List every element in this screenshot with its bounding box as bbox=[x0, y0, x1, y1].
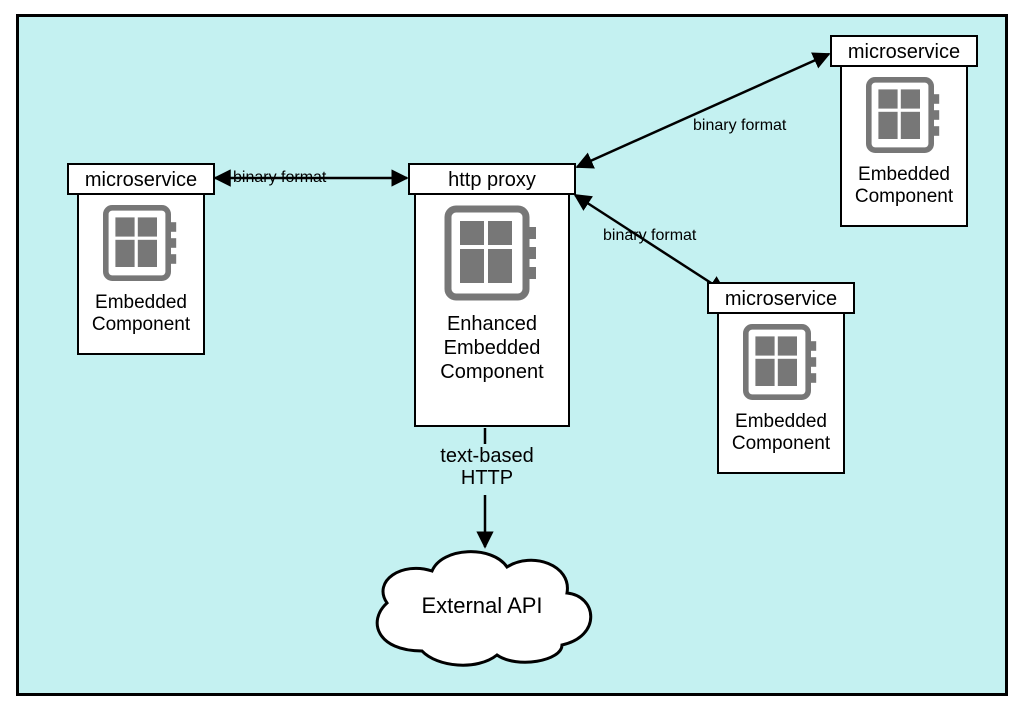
cloud-label: External API bbox=[421, 593, 542, 619]
node-microservice-left: microservice Embedded Component bbox=[67, 163, 215, 355]
node-title: microservice bbox=[707, 282, 855, 314]
node-body: Embedded Component bbox=[717, 314, 845, 474]
component-icon bbox=[442, 203, 542, 303]
edge-label-left-center: binary format bbox=[233, 169, 326, 187]
node-title: microservice bbox=[67, 163, 215, 195]
node-title: microservice bbox=[830, 35, 978, 67]
edge-label-center-right: binary format bbox=[603, 227, 696, 245]
node-body: Embedded Component bbox=[840, 67, 968, 227]
node-body: Enhanced Embedded Component bbox=[414, 195, 570, 427]
node-external-api-cloud: External API bbox=[357, 541, 607, 671]
node-caption: Enhanced Embedded Component bbox=[420, 312, 564, 384]
node-caption: Embedded Component bbox=[83, 292, 199, 336]
diagram-canvas: microservice Embedded Component http pro… bbox=[16, 14, 1008, 696]
component-icon bbox=[741, 322, 821, 402]
node-title: http proxy bbox=[408, 163, 576, 195]
node-body: Embedded Component bbox=[77, 195, 205, 355]
edge-label-center-cloud: text-basedHTTP bbox=[437, 445, 537, 489]
component-icon bbox=[864, 75, 944, 155]
node-microservice-topright: microservice Embedded Component bbox=[830, 35, 978, 227]
node-http-proxy: http proxy Enhanced Embedded Component bbox=[408, 163, 576, 427]
node-caption: Embedded Component bbox=[723, 411, 839, 455]
component-icon bbox=[101, 203, 181, 283]
node-caption: Embedded Component bbox=[846, 164, 962, 208]
node-microservice-right: microservice Embedded Component bbox=[707, 282, 855, 474]
edge-label-center-topright: binary format bbox=[693, 117, 786, 135]
